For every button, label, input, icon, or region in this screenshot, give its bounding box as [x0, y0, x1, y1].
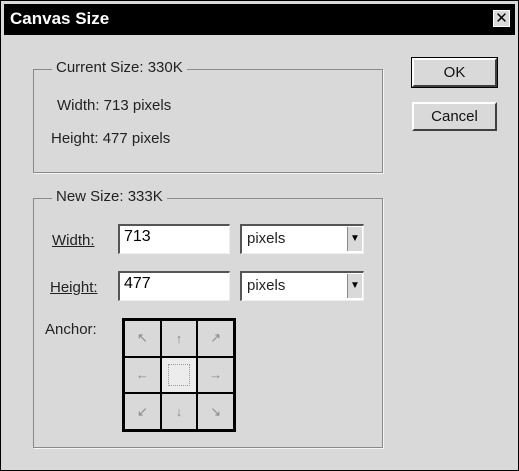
anchor-bottom[interactable]: ↓ — [160, 393, 198, 430]
dialog-title: Canvas Size — [10, 9, 110, 28]
width-unit-select[interactable]: pixels ▼ — [240, 224, 364, 254]
new-size-legend: New Size: 333K — [52, 188, 167, 205]
arrow-down-right-icon: ↘ — [210, 403, 222, 419]
arrow-down-left-icon: ↙ — [136, 403, 148, 419]
width-input[interactable]: 713 — [118, 224, 230, 254]
anchor-left[interactable]: ← — [124, 356, 161, 394]
anchor-top-left[interactable]: ↖ — [124, 320, 161, 357]
arrow-right-icon: → — [209, 367, 223, 383]
chevron-down-icon[interactable]: ▼ — [347, 227, 362, 251]
arrow-up-left-icon: ↖ — [136, 330, 148, 346]
close-icon[interactable]: ✕ — [493, 10, 510, 27]
title-bar[interactable]: Canvas Size ✕ — [4, 4, 515, 35]
height-input[interactable]: 477 — [118, 271, 230, 301]
height-unit-value: pixels — [247, 277, 286, 294]
anchor-label: Anchor: — [45, 321, 97, 338]
anchor-bottom-right[interactable]: ↘ — [197, 393, 234, 430]
width-label: Width: — [52, 232, 95, 249]
arrow-up-icon: ↑ — [175, 330, 183, 346]
ok-button[interactable]: OK — [411, 57, 498, 88]
anchor-grid: ↖ ↑ ↗ ← → ↙ ↓ ↘ — [122, 318, 236, 432]
cancel-button[interactable]: Cancel — [412, 102, 497, 131]
width-unit-value: pixels — [247, 230, 286, 247]
anchor-bottom-left[interactable]: ↙ — [124, 393, 161, 430]
current-height-text: Height: 477 pixels — [51, 130, 171, 147]
height-label: Height: — [50, 279, 98, 296]
anchor-right[interactable]: → — [197, 356, 234, 394]
anchor-selected-indicator — [167, 363, 190, 386]
anchor-center[interactable] — [160, 356, 198, 394]
height-unit-select[interactable]: pixels ▼ — [240, 271, 364, 301]
anchor-top-right[interactable]: ↗ — [197, 320, 234, 357]
current-size-legend: Current Size: 330K — [52, 59, 187, 76]
arrow-up-right-icon: ↗ — [210, 330, 222, 346]
current-width-text: Width: 713 pixels — [57, 97, 172, 114]
arrow-down-icon: ↓ — [175, 404, 183, 420]
anchor-top[interactable]: ↑ — [160, 320, 198, 357]
arrow-left-icon: ← — [135, 367, 149, 383]
canvas-size-dialog: Canvas Size ✕ Current Size: 330K Width: … — [0, 0, 519, 471]
current-size-group: Current Size: 330K — [33, 59, 383, 173]
chevron-down-icon[interactable]: ▼ — [347, 274, 362, 298]
